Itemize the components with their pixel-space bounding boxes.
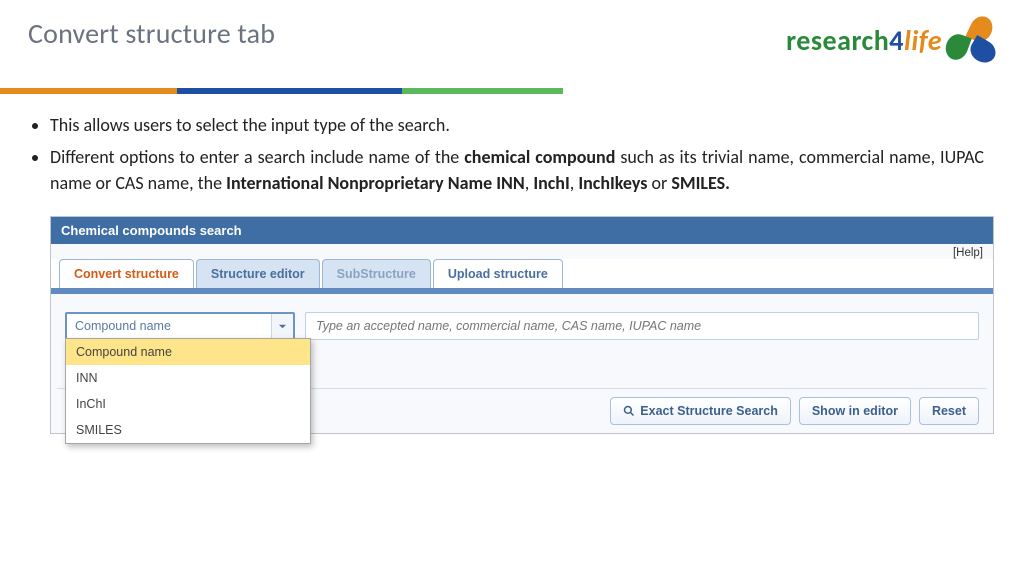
compound-search-input[interactable] [305, 312, 979, 340]
brand-logo: research4life [786, 16, 994, 64]
logo-text-3: life [904, 23, 942, 58]
search-panel: Chemical compounds search [Help] Convert… [50, 216, 994, 434]
tab-substructure[interactable]: SubStructure [322, 259, 431, 288]
list-item: This allows users to select the input ty… [50, 112, 984, 138]
tab-convert-structure[interactable]: Convert structure [59, 259, 194, 288]
help-link[interactable]: [Help] [51, 244, 993, 259]
logo-mark-icon [946, 16, 994, 64]
tab-bar: Convert structure Structure editor SubSt… [51, 259, 993, 288]
reset-button[interactable]: Reset [919, 397, 979, 425]
page-title: Convert structure tab [28, 16, 275, 51]
chevron-down-icon[interactable] [271, 314, 293, 338]
show-in-editor-button[interactable]: Show in editor [799, 397, 911, 425]
logo-text-2: 4 [889, 23, 904, 58]
accent-stripe [0, 88, 563, 94]
dropdown-option[interactable]: SMILES [66, 417, 310, 443]
dropdown-option[interactable]: InChI [66, 391, 310, 417]
tab-upload-structure[interactable]: Upload structure [433, 259, 563, 288]
dropdown-option[interactable]: Compound name [66, 339, 310, 365]
dropdown-option[interactable]: INN [66, 365, 310, 391]
bullet-list: This allows users to select the input ty… [0, 94, 1024, 210]
dropdown-selected-label: Compound name [67, 319, 271, 333]
tab-structure-editor[interactable]: Structure editor [196, 259, 320, 288]
logo-text-1: research [786, 23, 889, 58]
search-icon [623, 405, 635, 417]
exact-structure-search-button[interactable]: Exact Structure Search [610, 397, 791, 425]
input-type-dropdown[interactable]: Compound name [65, 312, 295, 340]
list-item: Different options to enter a search incl… [50, 144, 984, 196]
dropdown-menu: Compound name INN InChI SMILES [65, 338, 311, 444]
panel-title: Chemical compounds search [51, 217, 993, 244]
